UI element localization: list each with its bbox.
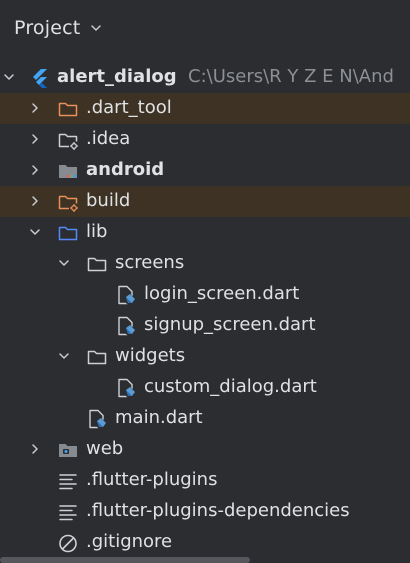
folder-icon xyxy=(87,257,107,272)
tree-label-signup-screen: signup_screen.dart xyxy=(144,314,316,335)
chevron-down-icon[interactable] xyxy=(2,70,16,84)
folder-icon xyxy=(87,350,107,365)
text-file-icon xyxy=(59,505,77,521)
project-tool-window: Project alert_dialog C:\Users\R Y Z E N\… xyxy=(0,0,410,563)
tree-row-build[interactable]: build xyxy=(0,186,410,217)
tree-row-flutter-plugins[interactable]: .flutter-plugins xyxy=(0,465,410,496)
tree-row-login-screen[interactable]: login_screen.dart xyxy=(0,279,410,310)
tree-row-idea[interactable]: .idea xyxy=(0,124,410,155)
dart-file-icon xyxy=(118,378,135,398)
tree-row-web[interactable]: web xyxy=(0,434,410,465)
folder-android-icon xyxy=(59,165,77,178)
tree-row-custom-dialog[interactable]: custom_dialog.dart xyxy=(0,372,410,403)
chevron-right-icon[interactable] xyxy=(28,194,42,208)
tree-label-widgets: widgets xyxy=(115,345,186,366)
tree-label-android: android xyxy=(86,159,165,180)
tree-row-flutter-plugins-dependencies[interactable]: .flutter-plugins-dependencies xyxy=(0,496,410,527)
folder-web-icon xyxy=(59,444,77,457)
dart-file-icon xyxy=(89,409,106,429)
tree-label-idea: .idea xyxy=(86,128,131,149)
tree-label-lib: lib xyxy=(86,221,108,242)
chevron-right-icon[interactable] xyxy=(28,163,42,177)
folder-build-icon xyxy=(58,195,78,212)
tree-row-gitignore[interactable]: .gitignore xyxy=(0,527,410,558)
project-root-path: C:\Users\R Y Z E N\And xyxy=(188,66,394,87)
folder-config-icon xyxy=(58,133,78,150)
horizontal-scrollbar[interactable] xyxy=(0,557,250,563)
tree-row-android[interactable]: android xyxy=(0,155,410,186)
text-file-icon xyxy=(59,474,77,490)
tree-row-lib[interactable]: lib xyxy=(0,217,410,248)
chevron-right-icon[interactable] xyxy=(28,132,42,146)
tree-row-main[interactable]: main.dart xyxy=(0,403,410,434)
tree-row-signup-screen[interactable]: signup_screen.dart xyxy=(0,310,410,341)
chevron-down-icon[interactable] xyxy=(57,349,71,363)
tree-label-login-screen: login_screen.dart xyxy=(144,283,300,304)
tree-label-flutter-plugins-dependencies: .flutter-plugins-dependencies xyxy=(86,500,350,521)
tree-label-build: build xyxy=(86,190,131,211)
dart-file-icon xyxy=(118,285,135,305)
chevron-down-icon[interactable] xyxy=(89,21,103,35)
tree-row-widgets[interactable]: widgets xyxy=(0,341,410,372)
tree-row-screens[interactable]: screens xyxy=(0,248,410,279)
tree-label-gitignore: .gitignore xyxy=(86,531,173,552)
chevron-right-icon[interactable] xyxy=(28,442,42,456)
tree-label-flutter-plugins: .flutter-plugins xyxy=(86,469,218,490)
project-header[interactable]: Project xyxy=(0,0,410,56)
tree-row-dart-tool[interactable]: .dart_tool xyxy=(0,93,410,124)
chevron-down-icon[interactable] xyxy=(28,225,42,239)
project-title[interactable]: Project xyxy=(14,17,80,39)
folder-source-icon xyxy=(58,226,78,241)
dart-file-icon xyxy=(118,316,135,336)
chevron-down-icon[interactable] xyxy=(57,256,71,270)
ignore-file-icon xyxy=(59,534,77,553)
tree-label-dart-tool: .dart_tool xyxy=(86,97,172,118)
tree-row-alert-dialog[interactable]: alert_dialog C:\Users\R Y Z E N\And xyxy=(0,62,410,93)
tree-label-main: main.dart xyxy=(115,407,203,428)
tree-label-screens: screens xyxy=(115,252,185,273)
chevron-right-icon[interactable] xyxy=(28,101,42,115)
flutter-icon xyxy=(33,69,47,88)
project-root-label: alert_dialog xyxy=(57,66,177,87)
folder-excluded-icon xyxy=(58,102,78,117)
tree-label-custom-dialog: custom_dialog.dart xyxy=(144,376,317,397)
tree-label-web: web xyxy=(86,438,124,459)
